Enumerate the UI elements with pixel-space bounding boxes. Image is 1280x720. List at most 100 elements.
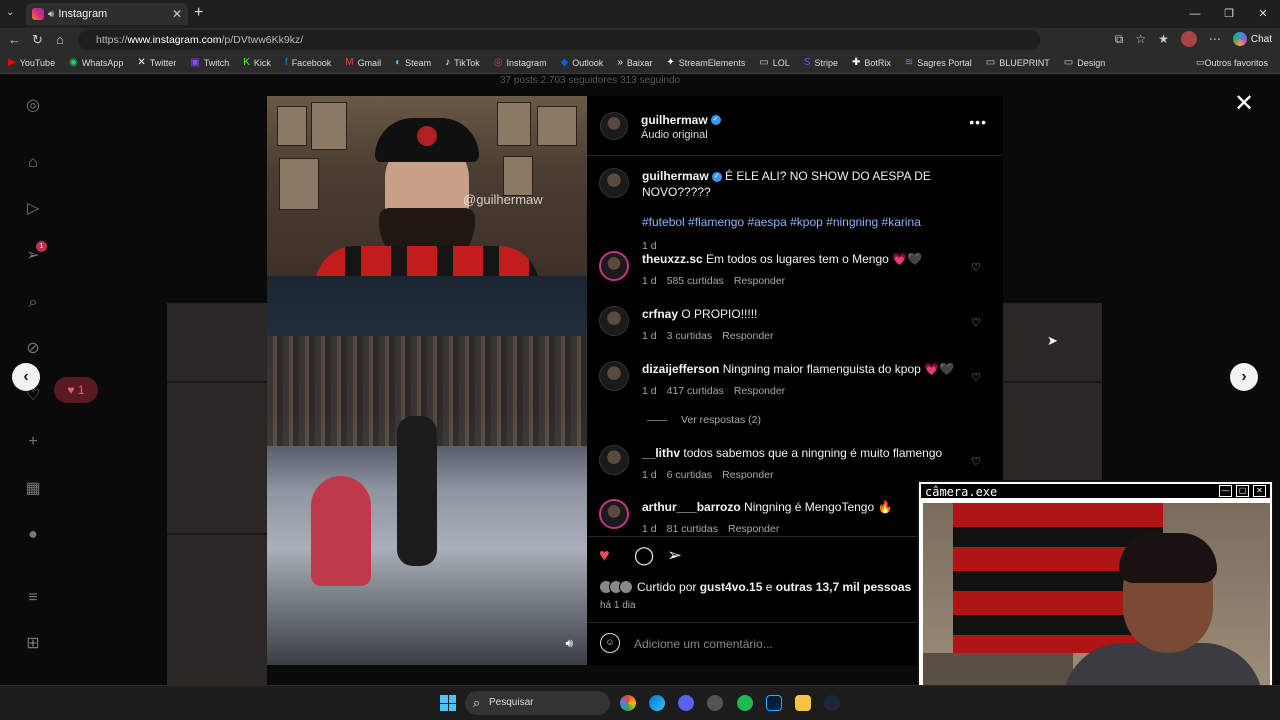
explore-icon[interactable]: ⊘ <box>22 338 44 360</box>
home-icon[interactable]: ⌂ <box>22 152 44 174</box>
chrome-icon[interactable] <box>620 695 636 711</box>
bookmark-tiktok[interactable]: ♪ TikTok <box>445 57 480 68</box>
file-explorer-icon[interactable] <box>795 695 811 711</box>
other-favorites[interactable]: ▭ Outros favoritos <box>1196 57 1268 68</box>
bookmark-sagres-portal[interactable]: ≋ Sagres Portal <box>905 57 972 68</box>
reply-button[interactable]: Responder <box>722 469 773 481</box>
emoji-icon[interactable]: ☺ <box>600 633 620 653</box>
taskbar-search[interactable]: Pesquisar <box>465 691 610 715</box>
audio-label[interactable]: Áudio original <box>641 129 721 141</box>
url-input[interactable]: https://www.instagram.com/p/DVtww6Kk9kz/ <box>78 30 1040 50</box>
app-icon[interactable] <box>707 695 723 711</box>
restore-button[interactable]: ❐ <box>1212 0 1246 28</box>
extensions-icon[interactable]: ⧉ <box>1115 32 1124 47</box>
bookmark-instagram[interactable]: ◎ Instagram <box>494 57 547 68</box>
like-notification-badge[interactable]: ♥ 1 <box>54 377 98 403</box>
new-tab-button[interactable]: + <box>194 4 203 22</box>
caption-hashtags[interactable]: #futebol #flamengo #aespa #kpop #ningnin… <box>642 214 982 230</box>
previous-post-button[interactable]: ‹ <box>12 363 40 391</box>
bookmark-stripe[interactable]: S Stripe <box>804 57 838 68</box>
comment-avatar[interactable] <box>599 306 629 336</box>
bookmark-blueprint[interactable]: ▭ BLUEPRINT <box>986 57 1050 68</box>
more-options-icon[interactable]: ••• <box>969 114 987 130</box>
like-heart-icon[interactable]: ♥ <box>599 545 610 566</box>
comment-avatar[interactable] <box>599 445 629 475</box>
close-modal-icon[interactable]: ✕ <box>1234 89 1254 118</box>
active-tab[interactable]: 🔊︎ Instagram ✕ <box>26 3 188 25</box>
next-post-button[interactable]: › <box>1230 363 1258 391</box>
bookmark-twitch[interactable]: ▣ Twitch <box>190 57 229 68</box>
camera-close-icon[interactable]: ✕ <box>1253 485 1266 497</box>
reply-button[interactable]: Responder <box>734 385 785 397</box>
caption-username[interactable]: guilhermaw <box>642 169 709 183</box>
bookmark-whatsapp[interactable]: ◉ WhatsApp <box>69 57 123 68</box>
comment-likes[interactable]: 585 curtidas <box>667 275 724 287</box>
comment-username[interactable]: dizaijefferson <box>642 362 719 376</box>
bookmark-baixar[interactable]: » Baixar <box>617 57 652 68</box>
also-from-meta-icon[interactable]: ⊞ <box>22 633 44 655</box>
favorite-star-icon[interactable]: ☆ <box>1135 32 1146 46</box>
liked-by-others[interactable]: outras 13,7 mil pessoas <box>776 580 911 594</box>
reels-icon[interactable]: ▷ <box>22 198 44 220</box>
spotify-icon[interactable] <box>737 695 753 711</box>
more-menu-icon[interactable]: ≡ <box>22 587 44 609</box>
comment-avatar[interactable] <box>599 251 629 281</box>
minimize-button[interactable]: — <box>1178 0 1212 28</box>
bookmark-twitter[interactable]: ✕ Twitter <box>137 57 176 68</box>
comment-likes[interactable]: 417 curtidas <box>667 385 724 397</box>
close-window-button[interactable]: ✕ <box>1246 0 1280 28</box>
steam-icon[interactable] <box>824 695 840 711</box>
camera-maximize-icon[interactable]: ▢ <box>1236 485 1249 497</box>
bookmark-botrix[interactable]: ✚ BotRix <box>852 57 891 68</box>
home-button[interactable]: ⌂ <box>56 32 64 47</box>
discord-icon[interactable] <box>678 695 694 711</box>
comment-username[interactable]: theuxzz.sc <box>642 252 703 266</box>
reply-button[interactable]: Responder <box>722 330 773 342</box>
bookmark-streamelements[interactable]: ✦ StreamElements <box>666 57 745 68</box>
post-video[interactable]: @guilhermaw 🔊︎ <box>267 96 587 665</box>
bookmark-outlook[interactable]: ◆ Outlook <box>561 57 604 68</box>
menu-dots-icon[interactable]: ⋯ <box>1209 32 1221 46</box>
instagram-logo-icon[interactable]: ◎ <box>22 95 44 117</box>
comment-like-icon[interactable]: ♡ <box>971 316 981 329</box>
volume-icon[interactable]: 🔊︎ <box>565 636 573 651</box>
comment-like-icon[interactable]: ♡ <box>971 371 981 384</box>
windows-start-icon[interactable] <box>440 695 456 711</box>
liked-by-user[interactable]: gust4vo.15 <box>700 580 763 594</box>
comment-bubble-icon[interactable]: ◯ <box>634 545 654 566</box>
author-avatar[interactable] <box>600 112 628 140</box>
profile-avatar[interactable] <box>1180 31 1197 47</box>
reply-button[interactable]: Responder <box>734 275 785 287</box>
copilot-chat-button[interactable]: Chat <box>1232 32 1272 46</box>
view-replies-button[interactable]: Ver respostas (2) <box>647 414 761 426</box>
tab-list-icon[interactable]: ⌄ <box>6 7 14 18</box>
comment-like-icon[interactable]: ♡ <box>971 455 981 468</box>
comment-username[interactable]: arthur___barrozo <box>642 500 741 514</box>
refresh-button[interactable]: ↻ <box>32 32 43 48</box>
bookmark-facebook[interactable]: f Facebook <box>285 57 331 68</box>
comment-likes[interactable]: 81 curtidas <box>667 523 718 535</box>
comment-likes[interactable]: 6 curtidas <box>667 469 713 481</box>
bookmark-kick[interactable]: K Kick <box>243 57 271 68</box>
bookmark-youtube[interactable]: ▶ YouTube <box>8 57 55 68</box>
bookmark-gmail[interactable]: M Gmail <box>345 57 381 68</box>
dashboard-icon[interactable]: ▦ <box>22 478 44 500</box>
favorites-icon[interactable]: ★ <box>1158 32 1169 46</box>
comment-like-icon[interactable]: ♡ <box>971 261 981 274</box>
caption-author-avatar[interactable] <box>599 168 629 198</box>
create-icon[interactable]: + <box>22 431 44 453</box>
bookmark-design[interactable]: ▭ Design <box>1064 57 1105 68</box>
edge-icon[interactable] <box>649 695 665 711</box>
speaker-icon[interactable]: 🔊︎ <box>48 9 54 20</box>
profile-icon[interactable]: ● <box>22 524 44 546</box>
camera-minimize-icon[interactable]: — <box>1219 485 1232 497</box>
bookmark-steam[interactable]: ◐ Steam <box>395 57 431 68</box>
bookmark-lol[interactable]: ▭ LOL <box>759 57 789 68</box>
reply-button[interactable]: Responder <box>728 523 779 535</box>
comment-username[interactable]: crfnay <box>642 307 678 321</box>
close-tab-icon[interactable]: ✕ <box>172 7 182 21</box>
comment-username[interactable]: __lithv <box>642 446 680 460</box>
back-button[interactable]: ← <box>8 32 21 47</box>
share-send-icon[interactable]: ➢ <box>667 545 682 566</box>
search-icon[interactable]: ⌕ <box>22 292 44 314</box>
